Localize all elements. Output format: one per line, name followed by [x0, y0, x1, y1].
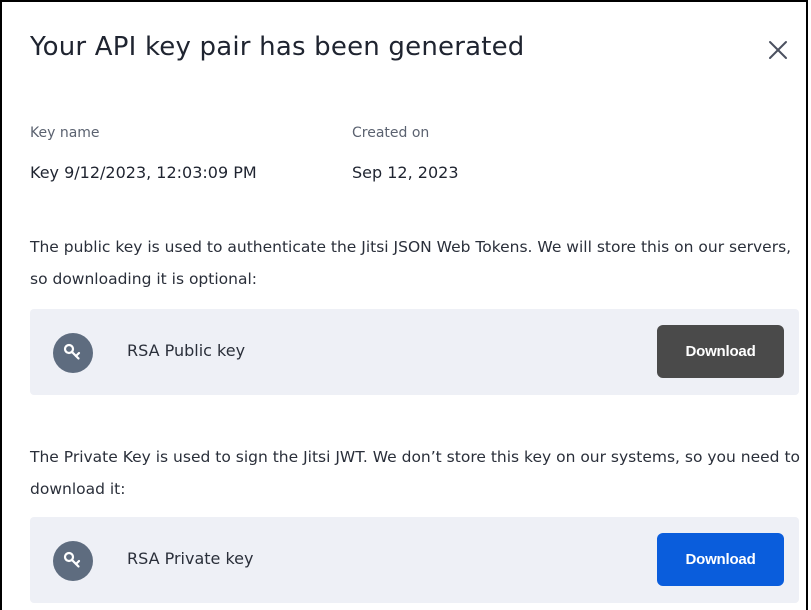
- key-name-value: Key 9/12/2023, 12:03:09 PM: [30, 163, 257, 182]
- public-key-description: The public key is used to authenticate t…: [30, 238, 792, 288]
- created-on-label: Created on: [352, 125, 430, 141]
- download-private-key-button[interactable]: Download: [657, 533, 784, 586]
- close-icon[interactable]: [766, 38, 790, 62]
- private-key-label: RSA Private key: [127, 549, 254, 568]
- public-key-avatar: [53, 333, 93, 373]
- private-key-avatar: [53, 541, 93, 581]
- dialog-title: Your API key pair has been generated: [30, 32, 525, 62]
- api-key-dialog: Your API key pair has been generated Key…: [0, 0, 808, 610]
- created-on-value: Sep 12, 2023: [352, 163, 459, 182]
- key-icon: [63, 343, 81, 360]
- key-name-label: Key name: [30, 125, 100, 141]
- public-key-label: RSA Public key: [127, 341, 246, 360]
- download-public-key-button[interactable]: Download: [657, 325, 784, 378]
- private-key-description: The Private Key is used to sign the Jits…: [30, 448, 801, 498]
- private-key-row: RSA Private key Download: [30, 517, 799, 603]
- key-icon: [63, 551, 81, 568]
- public-key-row: RSA Public key Download: [30, 309, 799, 395]
